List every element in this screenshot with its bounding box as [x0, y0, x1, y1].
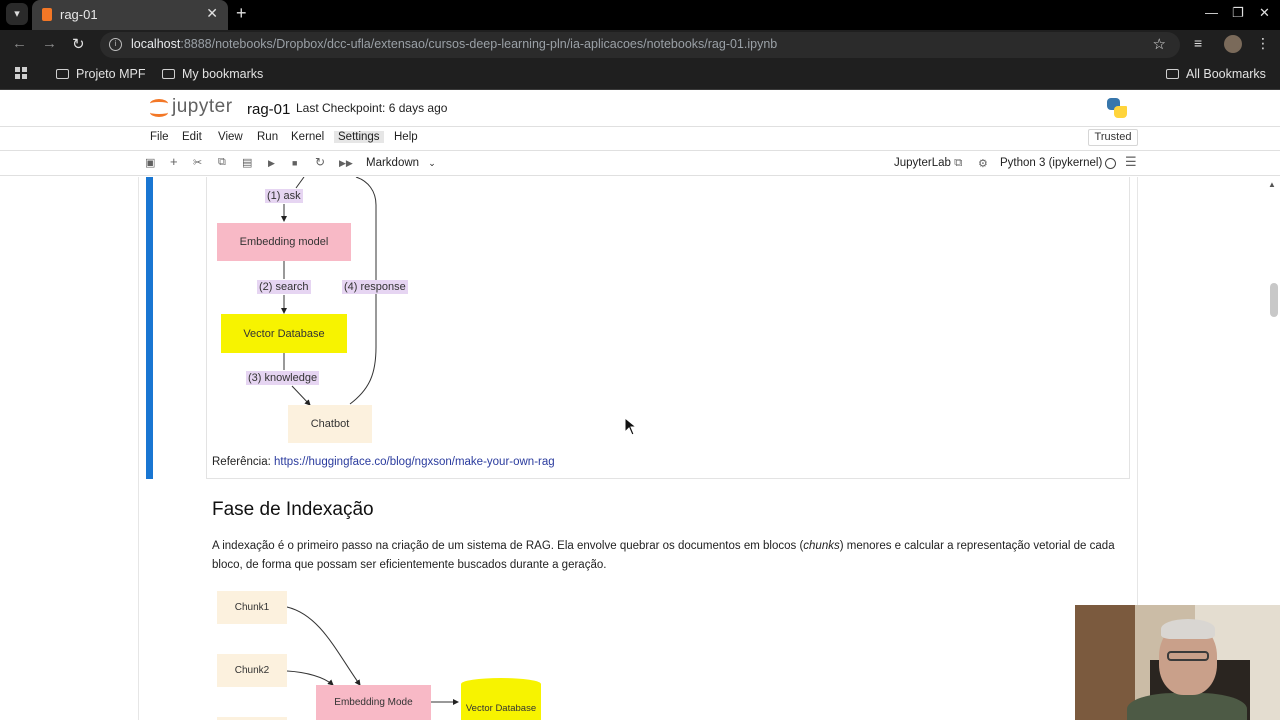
restart-run-all-icon[interactable]: ▶▶ [339, 158, 353, 169]
reload-button[interactable]: ↻ [72, 35, 85, 53]
node-embedding-model: Embedding model [217, 223, 351, 261]
edge-label-response: (4) response [342, 280, 408, 294]
edge-chunk1 [286, 606, 361, 686]
debugger-icon[interactable]: ⚙ [978, 157, 988, 170]
kernel-name[interactable]: Python 3 (ipykernel) [1000, 157, 1102, 169]
copy-icon[interactable]: ⧉ [218, 156, 226, 169]
section-paragraph: A indexação é o primeiro passo na criaçã… [212, 540, 1115, 571]
chrome-menu-icon[interactable]: ⋮ [1256, 35, 1270, 52]
menu-run[interactable]: Run [257, 131, 278, 143]
reference-line: Referência: https://huggingface.co/blog/… [212, 456, 555, 468]
mouse-cursor-icon [624, 417, 638, 436]
notebook-favicon-icon [42, 8, 52, 21]
jupyterlab-link[interactable]: JupyterLab ⧉ [894, 157, 962, 170]
folder-icon [56, 69, 69, 79]
minimize-button[interactable]: — [1205, 5, 1218, 20]
all-bookmarks-button[interactable]: All Bookmarks [1166, 67, 1266, 81]
edge-knowledge-b [291, 385, 311, 406]
menu-view[interactable]: View [218, 131, 243, 143]
external-link-icon: ⧉ [954, 157, 963, 169]
section-heading: Fase de Indexação [212, 499, 374, 520]
kernel-status-icon [1105, 158, 1116, 169]
folder-icon [162, 69, 175, 79]
menu-help[interactable]: Help [394, 131, 418, 143]
site-info-icon[interactable]: i [109, 38, 122, 51]
node-chunk2: Chunk2 [217, 654, 287, 687]
insert-cell-icon[interactable]: + [170, 154, 178, 169]
apps-grid-icon[interactable] [15, 67, 28, 80]
checkpoint-status: Last Checkpoint: 6 days ago [296, 101, 448, 115]
trusted-indicator[interactable]: Trusted [1088, 129, 1138, 146]
bookmark-star-icon[interactable]: ☆ [1153, 35, 1166, 53]
new-tab-button[interactable]: + [236, 3, 247, 24]
folder-icon [1166, 69, 1179, 79]
stop-icon[interactable]: ■ [292, 158, 297, 168]
edge-label-ask: (1) ask [265, 189, 303, 203]
menu-settings[interactable]: Settings [334, 131, 384, 143]
node-chatbot: Chatbot [288, 405, 372, 443]
webcam-overlay [1075, 605, 1280, 720]
bookmark-projeto-mpf[interactable]: Projeto MPF [56, 67, 145, 81]
node-embedding-mode: Embedding Mode [316, 685, 431, 720]
media-controls-icon[interactable]: ≡ [1194, 35, 1202, 51]
jupyter-logo-icon[interactable] [148, 96, 170, 120]
forward-button[interactable]: → [42, 35, 57, 52]
restart-icon[interactable]: ↻ [315, 155, 325, 169]
property-inspector-icon[interactable]: ☰ [1125, 154, 1137, 170]
tab-title: rag-01 [60, 7, 98, 22]
profile-avatar[interactable] [1224, 35, 1242, 53]
browser-tabstrip: ▾ rag-01 ✕ + — ❐ ✕ [0, 0, 1280, 30]
address-bar[interactable]: i localhost:8888/notebooks/Dropbox/dcc-u… [100, 32, 1180, 58]
close-window-button[interactable]: ✕ [1259, 5, 1270, 21]
browser-tab[interactable]: rag-01 ✕ [32, 0, 228, 30]
restore-button[interactable]: ❐ [1232, 5, 1244, 21]
cell-type-select[interactable]: Markdown ⌄ [366, 157, 436, 169]
node-vector-database: Vector Database [221, 314, 347, 353]
run-icon[interactable]: ▶ [268, 158, 275, 169]
menu-edit[interactable]: Edit [182, 131, 202, 143]
cut-icon[interactable]: ✂ [193, 156, 202, 169]
vector-db-cylinder-top [461, 678, 541, 690]
python-logo-icon [1107, 98, 1127, 118]
close-tab-icon[interactable]: ✕ [206, 5, 218, 22]
paste-icon[interactable]: ▤ [242, 156, 252, 169]
save-icon[interactable]: ▣ [145, 156, 155, 169]
jupyter-brand[interactable]: jupyter [172, 96, 233, 118]
browser-toolbar: ← → ↻ i localhost:8888/notebooks/Dropbox… [0, 30, 1280, 60]
edge-ask-top [295, 177, 305, 189]
edge-label-knowledge: (3) knowledge [246, 371, 320, 385]
tab-search-button[interactable]: ▾ [6, 3, 28, 25]
reference-link[interactable]: https://huggingface.co/blog/ngxson/make-… [274, 456, 555, 468]
bookmark-my-bookmarks[interactable]: My bookmarks [162, 67, 263, 81]
url-text[interactable]: localhost:8888/notebooks/Dropbox/dcc-ufl… [131, 37, 777, 51]
edge-chunk2 [286, 670, 334, 686]
edge-label-search: (2) search [257, 280, 311, 294]
node-chunk1: Chunk1 [217, 591, 287, 624]
menu-file[interactable]: File [150, 131, 169, 143]
notebook-name[interactable]: rag-01 [247, 101, 290, 118]
menu-kernel[interactable]: Kernel [291, 131, 324, 143]
reference-label: Referência: [212, 456, 271, 468]
node-vector-db-label: Vector Database [465, 702, 537, 714]
back-button[interactable]: ← [12, 35, 27, 52]
